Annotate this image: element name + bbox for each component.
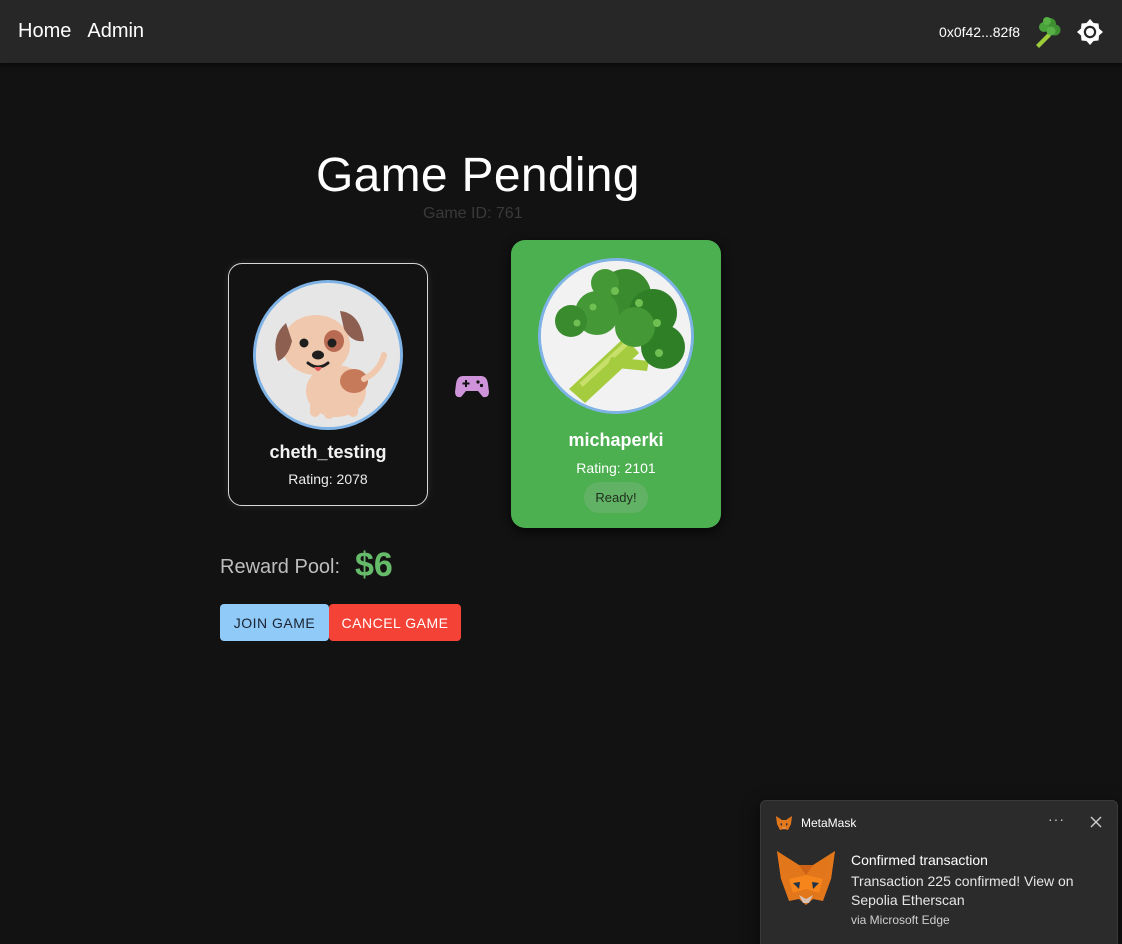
app-bar-actions: 0x0f42...82f8	[939, 0, 1104, 63]
broccoli-icon	[1036, 16, 1061, 48]
ready-status-badge: Ready!	[584, 482, 648, 513]
reward-pool-label: Reward Pool:	[220, 556, 341, 578]
metamask-fox-icon	[777, 851, 835, 905]
avatar	[538, 258, 694, 414]
nav-admin-link[interactable]: Admin	[87, 20, 144, 43]
player-rating: Rating: 2078	[288, 471, 368, 487]
more-options-icon[interactable]: ···	[1048, 811, 1065, 827]
reward-pool-value: $6	[355, 546, 393, 584]
close-icon[interactable]	[1089, 815, 1103, 829]
player-card-1: cheth_testing Rating: 2078	[228, 263, 428, 506]
puppy-avatar-icon	[256, 283, 400, 427]
nav-home-link[interactable]: Home	[18, 20, 71, 43]
notification-title: Confirmed transaction	[851, 852, 988, 868]
player-card-2: michaperki Rating: 2101 Ready!	[511, 240, 721, 528]
cancel-game-button[interactable]: Cancel Game	[329, 604, 461, 641]
avatar	[253, 280, 403, 430]
notification-header: MetaMask	[775, 814, 856, 832]
page-title: Game Pending	[316, 149, 640, 202]
player-rating: Rating: 2101	[576, 460, 656, 476]
game-id-label: Game ID: 761	[423, 205, 523, 222]
join-game-button[interactable]: Join Game	[220, 604, 329, 641]
gamepad-icon	[455, 376, 489, 398]
metamask-notification[interactable]: MetaMask ··· Confirmed transaction Trans…	[760, 800, 1118, 944]
broccoli-avatar-icon	[541, 261, 691, 411]
app-bar: Home Admin 0x0f42...82f8	[0, 0, 1122, 63]
metamask-fox-icon	[776, 816, 792, 830]
brightness-icon[interactable]	[1076, 18, 1104, 46]
player-name: cheth_testing	[269, 442, 387, 462]
notification-app-name: MetaMask	[801, 816, 857, 830]
player-name: michaperki	[568, 430, 664, 450]
notification-source: via Microsoft Edge	[851, 913, 950, 927]
notification-body[interactable]: Transaction 225 confirmed! View on Sepol…	[851, 872, 1101, 910]
wallet-address[interactable]: 0x0f42...82f8	[939, 24, 1020, 40]
